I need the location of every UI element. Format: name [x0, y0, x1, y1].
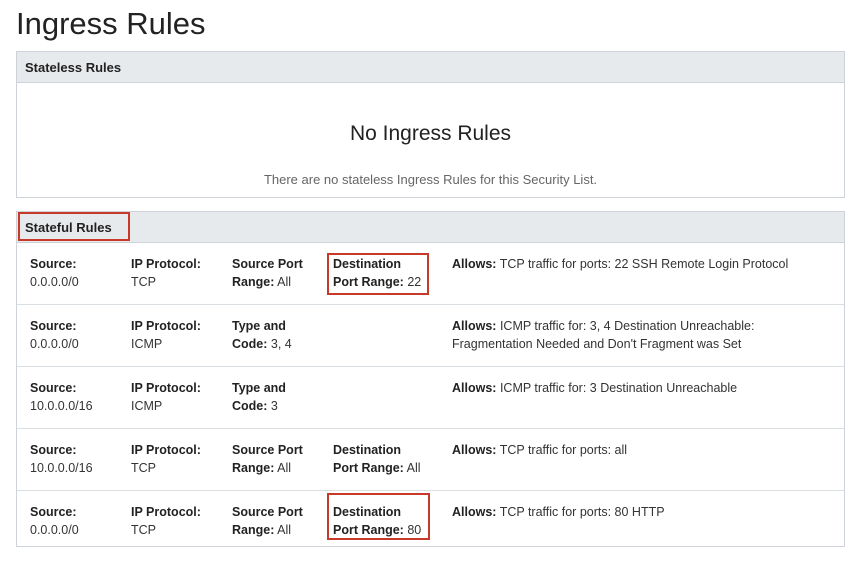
protocol-value: ICMP — [131, 337, 163, 351]
allows-label: Allows: — [452, 319, 497, 333]
empty-state-description: There are no stateless Ingress Rules for… — [263, 172, 598, 187]
destination-port-value: 80 — [407, 523, 422, 537]
destination-port-value: 22 — [407, 275, 422, 289]
rule-row: Source: 0.0.0.0/0 IP Protocol: TCP Sourc… — [17, 491, 844, 552]
protocol-label: IP Protocol: — [131, 257, 201, 271]
source-label: Source: — [30, 257, 77, 271]
rule-source: Source: 0.0.0.0/0 — [30, 503, 125, 539]
destination-port-label: Destination — [333, 257, 402, 271]
source-label: Source: — [30, 505, 77, 519]
allows-value: ICMP traffic for: 3 Destination Unreacha… — [499, 381, 738, 395]
protocol-value: TCP — [131, 275, 156, 289]
rule-source: Source: 0.0.0.0/0 — [30, 317, 125, 353]
rule-allows: Allows: TCP traffic for ports: all — [452, 441, 837, 459]
stateless-rules-panel: Stateless Rules No Ingress Rules There a… — [16, 51, 845, 198]
destination-port-value: All — [406, 461, 421, 475]
type-code-label-2: Code: — [232, 337, 268, 351]
stateless-rules-header: Stateless Rules — [17, 52, 844, 83]
source-value: 0.0.0.0/0 — [30, 275, 79, 289]
source-port-label: Source Port — [232, 505, 303, 519]
type-code-value: 3 — [270, 399, 278, 413]
source-port-label-2: Range: — [232, 523, 275, 537]
source-value: 0.0.0.0/0 — [30, 337, 79, 351]
rule-allows: Allows: ICMP traffic for: 3 Destination … — [452, 379, 837, 397]
type-code-value: 3, 4 — [270, 337, 292, 351]
rule-protocol: IP Protocol: ICMP — [131, 317, 226, 353]
rule-row: Source: 10.0.0.0/16 IP Protocol: TCP Sou… — [17, 429, 844, 491]
stateless-rules-title: Stateless Rules — [25, 59, 122, 75]
destination-port-label-2: Port Range: — [333, 275, 404, 289]
rule-source: Source: 0.0.0.0/0 — [30, 255, 125, 291]
stateful-rules-panel: Stateful Rules Source: 0.0.0.0/0 IP Prot… — [16, 211, 845, 547]
source-label: Source: — [30, 381, 77, 395]
destination-port-label-2: Port Range: — [333, 523, 404, 537]
rule-type-code: Type and Code: 3, 4 — [232, 317, 327, 353]
source-label: Source: — [30, 443, 77, 457]
protocol-label: IP Protocol: — [131, 319, 201, 333]
rule-destination-port: Destination Port Range: All — [333, 441, 448, 477]
rule-allows: Allows: ICMP traffic for: 3, 4 Destinati… — [452, 317, 837, 353]
allows-label: Allows: — [452, 381, 497, 395]
source-port-label-2: Range: — [232, 461, 275, 475]
rule-protocol: IP Protocol: TCP — [131, 441, 226, 477]
rule-protocol: IP Protocol: ICMP — [131, 379, 226, 415]
type-code-label-2: Code: — [232, 399, 268, 413]
rule-row: Source: 0.0.0.0/0 IP Protocol: ICMP Type… — [17, 305, 844, 367]
source-port-value: All — [277, 275, 292, 289]
protocol-value: ICMP — [131, 399, 163, 413]
rule-protocol: IP Protocol: TCP — [131, 503, 226, 539]
rule-destination-port: Destination Port Range: 22 — [333, 255, 448, 291]
rule-source-port: Source Port Range: All — [232, 441, 327, 477]
allows-value: TCP traffic for ports: 22 SSH Remote Log… — [499, 257, 789, 271]
source-port-value: All — [277, 461, 292, 475]
source-value: 0.0.0.0/0 — [30, 523, 79, 537]
empty-state-title: No Ingress Rules — [349, 122, 512, 145]
source-port-label: Source Port — [232, 443, 303, 457]
protocol-value: TCP — [131, 461, 156, 475]
type-code-label: Type and — [232, 381, 286, 395]
source-value: 10.0.0.0/16 — [30, 399, 93, 413]
rule-row: Source: 0.0.0.0/0 IP Protocol: TCP Sourc… — [17, 243, 844, 305]
allows-label: Allows: — [452, 257, 497, 271]
rule-source: Source: 10.0.0.0/16 — [30, 379, 125, 415]
rule-source-port: Source Port Range: All — [232, 503, 327, 539]
protocol-label: IP Protocol: — [131, 443, 201, 457]
source-label: Source: — [30, 319, 77, 333]
protocol-label: IP Protocol: — [131, 381, 201, 395]
page-title: Ingress Rules — [16, 6, 206, 41]
rule-allows: Allows: TCP traffic for ports: 22 SSH Re… — [452, 255, 837, 273]
rule-protocol: IP Protocol: TCP — [131, 255, 226, 291]
allows-label: Allows: — [452, 443, 497, 457]
destination-port-label: Destination — [333, 505, 402, 519]
stateful-rules-title: Stateful Rules — [25, 219, 112, 235]
allows-label: Allows: — [452, 505, 497, 519]
destination-port-label: Destination — [333, 443, 402, 457]
rule-allows: Allows: TCP traffic for ports: 80 HTTP — [452, 503, 837, 521]
rule-destination-port: Destination Port Range: 80 — [333, 503, 448, 539]
stateful-rules-header: Stateful Rules — [17, 212, 844, 243]
source-port-label: Source Port — [232, 257, 303, 271]
rule-source-port: Source Port Range: All — [232, 255, 327, 291]
allows-value: TCP traffic for ports: 80 HTTP — [499, 505, 665, 519]
source-port-label-2: Range: — [232, 275, 275, 289]
source-port-value: All — [277, 523, 292, 537]
allows-value: TCP traffic for ports: all — [499, 443, 628, 457]
protocol-label: IP Protocol: — [131, 505, 201, 519]
destination-port-label-2: Port Range: — [333, 461, 404, 475]
source-value: 10.0.0.0/16 — [30, 461, 93, 475]
rule-type-code: Type and Code: 3 — [232, 379, 327, 415]
protocol-value: TCP — [131, 523, 156, 537]
type-code-label: Type and — [232, 319, 286, 333]
rule-source: Source: 10.0.0.0/16 — [30, 441, 125, 477]
allows-value: ICMP traffic for: 3, 4 Destination Unrea… — [452, 319, 755, 351]
rule-row: Source: 10.0.0.0/16 IP Protocol: ICMP Ty… — [17, 367, 844, 429]
